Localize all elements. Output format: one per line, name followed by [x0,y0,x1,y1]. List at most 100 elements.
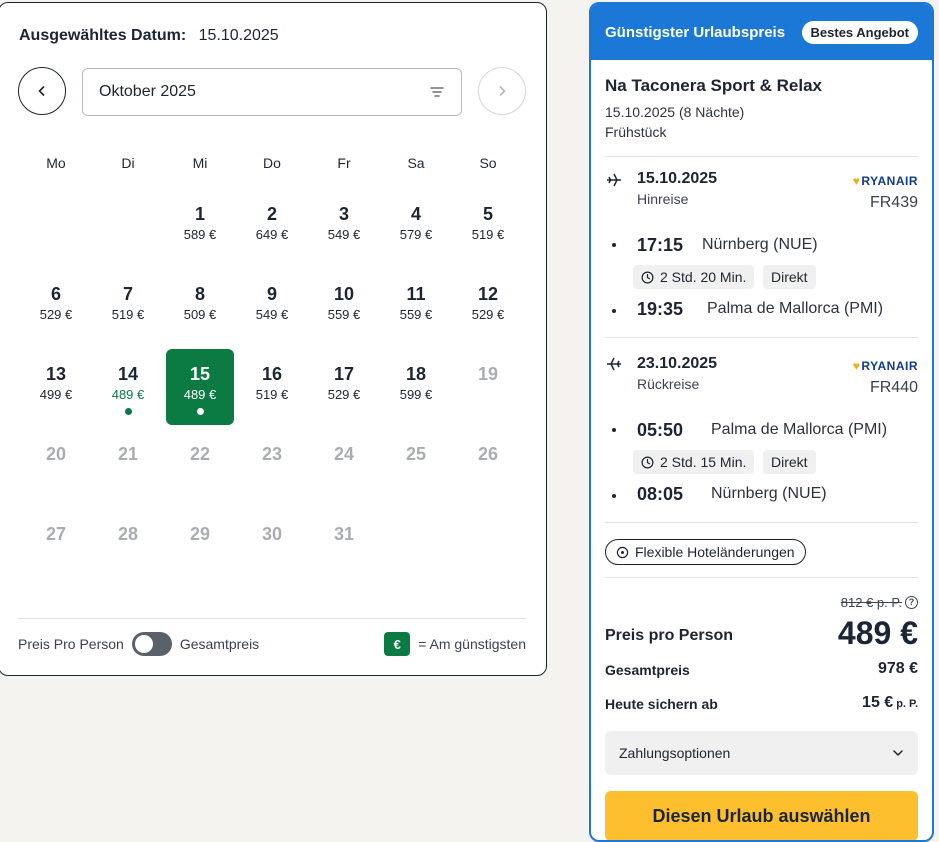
calendar-day: 28 [94,509,162,585]
calendar-day[interactable]: 6 529 € [22,269,90,345]
day-number: 31 [333,524,355,544]
deposit-value: 15 € p. P. [862,694,918,712]
calendar-day[interactable]: 7 519 € [94,269,162,345]
day-number: 25 [405,444,427,464]
day-number: 7 [122,284,133,304]
selected-date-value: 15.10.2025 [198,27,279,44]
day-price: 649 € [255,227,289,242]
total-price-label: Gesamtpreis [605,662,690,678]
timeline-dot [612,494,616,498]
day-number: 3 [338,204,349,224]
calendar-day[interactable]: 1 589 € [166,189,234,265]
inbound-type: Rückreise [637,376,700,392]
timeline-dot [612,243,616,247]
outbound-flight-number: FR439 [869,194,918,211]
day-price: 529 € [327,387,361,402]
inbound-airline-logo: ♥RYANAIR [853,359,918,373]
day-number: 6 [50,284,61,304]
calendar-day[interactable]: 10 559 € [310,269,378,345]
divider [605,522,918,523]
clock-icon [641,271,654,283]
calendar-day: 31 [310,509,378,585]
day-number: 15 [189,364,211,384]
outbound-departure-airport: Nürnberg (NUE) [702,236,818,253]
day-number: 30 [261,524,283,544]
outbound-duration: 2 Std. 20 Min. [660,269,747,285]
weekday-label: Di [121,155,135,171]
outbound-airline-logo: ♥RYANAIR [853,174,918,188]
day-price: 589 € [183,227,217,242]
total-price: 978 € [877,660,918,677]
calendar-day: 26 [454,429,522,505]
calendar-day[interactable]: 5 519 € [454,189,522,265]
calendar-day[interactable]: 9 549 € [238,269,306,345]
calendar-day[interactable]: 15 489 € [166,349,234,425]
calendar-day[interactable]: 14 489 € [94,349,162,425]
month-select[interactable]: Oktober 2025 [82,68,462,116]
plane-departure-icon [607,173,621,187]
day-price: 559 € [399,307,433,322]
select-holiday-button[interactable]: Diesen Urlaub auswählen [605,791,918,840]
price-mode-footer: Preis Pro Person Gesamtpreis € = Am güns… [18,627,526,661]
total-price-label: Gesamtpreis [179,636,260,652]
calendar-day[interactable]: 18 599 € [382,349,450,425]
plane-return-icon [607,357,621,371]
calendar-day[interactable]: 12 529 € [454,269,522,345]
price-per-person: 489 € [837,615,918,651]
inbound-airline-name: RYANAIR [861,359,918,373]
calendar-day[interactable]: 3 549 € [310,189,378,265]
day-number: 21 [117,444,139,464]
inbound-departure-time: 05:50 [637,420,684,440]
day-price: 509 € [183,307,217,322]
cheapest-legend: € = Am günstigsten [384,632,526,656]
divider [605,156,918,157]
calendar-day[interactable]: 4 579 € [382,189,450,265]
help-icon[interactable]: ? [905,596,918,609]
day-price: 489 € [111,387,145,402]
calendar-day[interactable]: 11 559 € [382,269,450,345]
day-number: 14 [117,364,139,384]
day-number: 1 [194,204,205,224]
old-price: 812 € p. P. [840,595,902,610]
day-price: 519 € [471,227,505,242]
euro-icon: € [384,632,411,656]
day-price: 579 € [399,227,433,242]
calendar-day: 20 [22,429,90,505]
deposit-amount: 15 € [862,694,894,711]
next-month-button[interactable] [478,67,526,115]
inbound-stops-chip: Direkt [763,450,816,474]
calendar-day: 29 [166,509,234,585]
best-offer-badge: Bestes Angebot [801,20,918,44]
outbound-arrival-time: 19:35 [637,299,684,319]
calendar-day: 19 [454,349,522,425]
previous-month-button[interactable] [18,67,66,115]
outbound-date: 15.10.2025 [637,170,718,187]
filter-icon [430,87,444,97]
calendar-day[interactable]: 2 649 € [238,189,306,265]
day-number: 23 [261,444,283,464]
outbound-airline-name: RYANAIR [861,174,918,188]
day-price: 529 € [39,307,73,322]
calendar-day: 30 [238,509,306,585]
inbound-flight-number: FR440 [869,379,918,396]
calendar-card: Ausgewähltes Datum: 15.10.2025 Oktober 2… [0,2,547,676]
payment-options-dropdown[interactable]: Zahlungsoptionen [605,731,918,775]
calendar-day[interactable]: 13 499 € [22,349,90,425]
weekday-label: Sa [407,155,425,171]
day-price: 549 € [255,307,289,322]
flexible-hotel-changes-chip[interactable]: Flexible Hoteländerungen [605,539,806,565]
calendar-day[interactable]: 8 509 € [166,269,234,345]
day-price: 519 € [111,307,145,322]
day-number: 24 [333,444,355,464]
day-number: 13 [45,364,67,384]
calendar-day[interactable]: 17 529 € [310,349,378,425]
day-number: 11 [406,284,426,304]
chevron-left-icon [38,86,45,96]
day-number: 20 [45,444,67,464]
calendar-day[interactable]: 16 519 € [238,349,306,425]
cheapest-indicator-dot [197,408,204,415]
day-number: 18 [405,364,427,384]
price-mode-toggle[interactable] [131,632,172,656]
clock-icon [641,456,654,468]
timeline-dot [612,309,616,313]
